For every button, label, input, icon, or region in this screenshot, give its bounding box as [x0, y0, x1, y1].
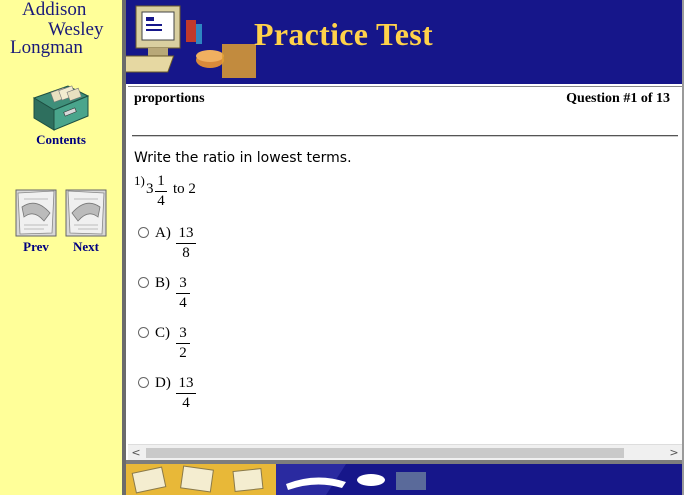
mixed-whole: 3: [146, 181, 154, 197]
prev-label: Prev: [23, 239, 49, 254]
paper-clip-art-icon: [126, 464, 682, 495]
option-fraction: 13 8: [176, 225, 196, 262]
option-letter: B): [155, 275, 170, 291]
answer-option-b[interactable]: B) 3 4: [138, 275, 338, 317]
option-denominator: 4: [179, 295, 187, 311]
option-numerator: 13: [178, 225, 194, 241]
question-frame: proportions Question #1 of 13 Write the …: [128, 86, 682, 445]
ratio-suffix: to 2: [173, 181, 196, 197]
option-denominator: 8: [182, 245, 190, 261]
fraction-bar: [176, 343, 190, 344]
radio-button-a[interactable]: [138, 227, 149, 238]
option-numerator: 3: [179, 325, 187, 341]
next-label: Next: [73, 239, 99, 254]
fraction-denominator: 4: [157, 193, 165, 209]
option-fraction: 3 4: [176, 275, 190, 312]
question-instruction: Write the ratio in lowest terms.: [134, 150, 352, 166]
contents-link[interactable]: Contents: [30, 80, 92, 150]
topic-title: proportions: [134, 91, 205, 106]
next-link[interactable]: Next: [64, 187, 108, 257]
answer-option-d[interactable]: D) 13 4: [138, 375, 338, 417]
logo-line-1: Addison: [22, 0, 87, 20]
fraction-bar: [176, 393, 196, 394]
horizontal-scrollbar[interactable]: < >: [128, 444, 682, 461]
banner-bottom-strip: [126, 78, 682, 84]
scroll-left-arrow-icon[interactable]: <: [128, 445, 144, 461]
question-counter: Question #1 of 13: [566, 91, 670, 106]
option-fraction: 3 2: [176, 325, 190, 362]
fraction-numerator: 1: [157, 173, 165, 189]
logo-line-3: Longman: [10, 37, 83, 58]
answer-option-a[interactable]: A) 13 8: [138, 225, 338, 267]
banner-title: Practice Test: [254, 16, 433, 52]
option-denominator: 4: [182, 395, 190, 411]
prev-link[interactable]: Prev: [14, 187, 58, 257]
radio-button-c[interactable]: [138, 327, 149, 338]
question-number: 1): [134, 173, 145, 188]
option-fraction: 13 4: [176, 375, 196, 412]
next-page-icon: [65, 189, 107, 237]
computer-illustration-icon: [126, 0, 256, 78]
option-numerator: 3: [179, 275, 187, 291]
option-letter: D): [155, 375, 171, 391]
option-letter: C): [155, 325, 170, 341]
option-numerator: 13: [178, 375, 194, 391]
file-box-icon: [32, 85, 90, 131]
contents-label: Contents: [36, 132, 86, 147]
footer-banner: [126, 464, 682, 495]
mixed-fraction: 1 4: [155, 173, 167, 210]
sidebar: Addison Wesley Longman Contents Prev Nex…: [0, 0, 122, 495]
fraction-bar: [176, 293, 190, 294]
horizontal-rule: [132, 135, 678, 137]
publisher-logo: Addison Wesley Longman: [0, 0, 118, 62]
header-banner: Practice Test: [126, 0, 682, 78]
scroll-right-arrow-icon[interactable]: >: [666, 445, 682, 461]
scrollbar-thumb[interactable]: [146, 448, 624, 458]
answer-option-c[interactable]: C) 3 2: [138, 325, 338, 367]
fraction-bar: [176, 243, 196, 244]
option-denominator: 2: [179, 345, 187, 361]
fraction-bar: [155, 191, 167, 192]
prev-page-icon: [15, 189, 57, 237]
option-letter: A): [155, 225, 171, 241]
radio-button-b[interactable]: [138, 277, 149, 288]
radio-button-d[interactable]: [138, 377, 149, 388]
